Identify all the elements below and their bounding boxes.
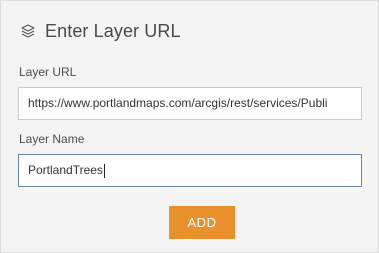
layer-url-value: https://www.portlandmaps.com/arcgis/rest… [28, 96, 328, 110]
layer-url-input[interactable]: https://www.portlandmaps.com/arcgis/rest… [18, 87, 362, 120]
panel-title: Enter Layer URL [45, 20, 181, 41]
layer-url-label: Layer URL [19, 65, 77, 79]
add-button[interactable]: ADD [169, 206, 235, 239]
layer-name-value: PortlandTrees [28, 163, 103, 177]
text-caret [103, 163, 105, 178]
layer-name-label: Layer Name [19, 132, 85, 146]
layers-icon [19, 22, 37, 40]
layer-name-input[interactable]: PortlandTrees [18, 154, 362, 187]
panel-header: Enter Layer URL [19, 18, 181, 44]
enter-layer-url-panel: Enter Layer URL Layer URL https://www.po… [0, 0, 379, 253]
